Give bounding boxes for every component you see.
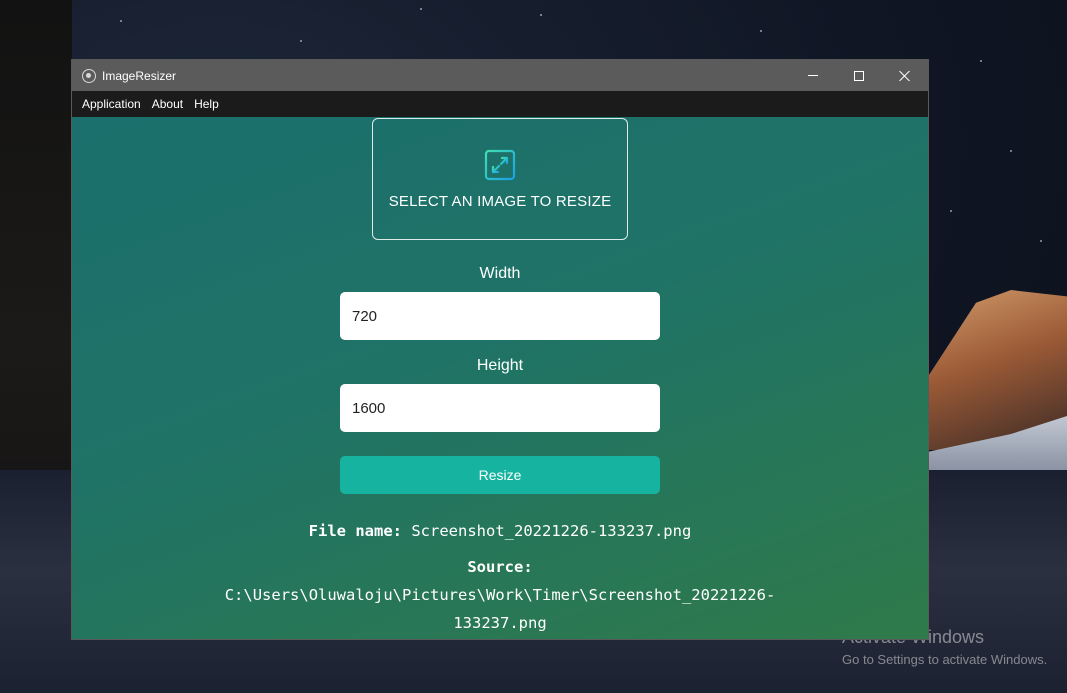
title-bar[interactable]: ImageResizer xyxy=(72,60,928,91)
star xyxy=(420,8,422,10)
star xyxy=(1010,150,1012,152)
width-input[interactable] xyxy=(340,292,660,340)
select-image-label: SELECT AN IMAGE TO RESIZE xyxy=(388,192,612,210)
main-content: SELECT AN IMAGE TO RESIZE Width Height R… xyxy=(72,117,928,639)
file-name-line: File name: Screenshot_20221226-133237.pn… xyxy=(72,522,928,540)
width-label: Width xyxy=(479,265,521,282)
star xyxy=(300,40,302,42)
close-button[interactable] xyxy=(882,60,928,91)
menu-bar: Application About Help xyxy=(72,91,928,117)
maximize-icon xyxy=(854,70,864,81)
star xyxy=(120,20,122,22)
source-label: Source: xyxy=(467,558,533,576)
height-label: Height xyxy=(476,357,524,374)
star xyxy=(980,60,982,62)
watermark-subtitle: Go to Settings to activate Windows. xyxy=(842,652,1048,667)
star xyxy=(1040,240,1042,242)
star xyxy=(540,14,542,16)
star xyxy=(950,210,952,212)
window-title: ImageResizer xyxy=(102,68,177,83)
source-label-line: Source: xyxy=(72,558,928,576)
menu-application[interactable]: Application xyxy=(78,97,145,111)
select-image-button[interactable]: SELECT AN IMAGE TO RESIZE xyxy=(372,118,628,240)
maximize-button[interactable] xyxy=(836,60,882,91)
height-input[interactable] xyxy=(340,384,660,432)
resize-button[interactable]: Resize xyxy=(340,456,660,494)
menu-help[interactable]: Help xyxy=(190,97,223,111)
source-path-line-2: 133237.png xyxy=(453,614,547,632)
window-controls xyxy=(790,60,928,91)
file-name-value: Screenshot_20221226-133237.png xyxy=(411,522,692,540)
file-name-label: File name: xyxy=(308,522,402,540)
minimize-icon xyxy=(808,75,818,76)
star xyxy=(760,30,762,32)
menu-about[interactable]: About xyxy=(148,97,187,111)
expand-arrows-icon xyxy=(484,149,516,180)
source-path-line-1: C:\Users\Oluwaloju\Pictures\Work\Timer\S… xyxy=(224,586,776,604)
close-icon xyxy=(899,70,911,82)
electron-icon xyxy=(82,68,96,83)
minimize-button[interactable] xyxy=(790,60,836,91)
app-window: ImageResizer Application About Help SELE… xyxy=(71,59,929,640)
